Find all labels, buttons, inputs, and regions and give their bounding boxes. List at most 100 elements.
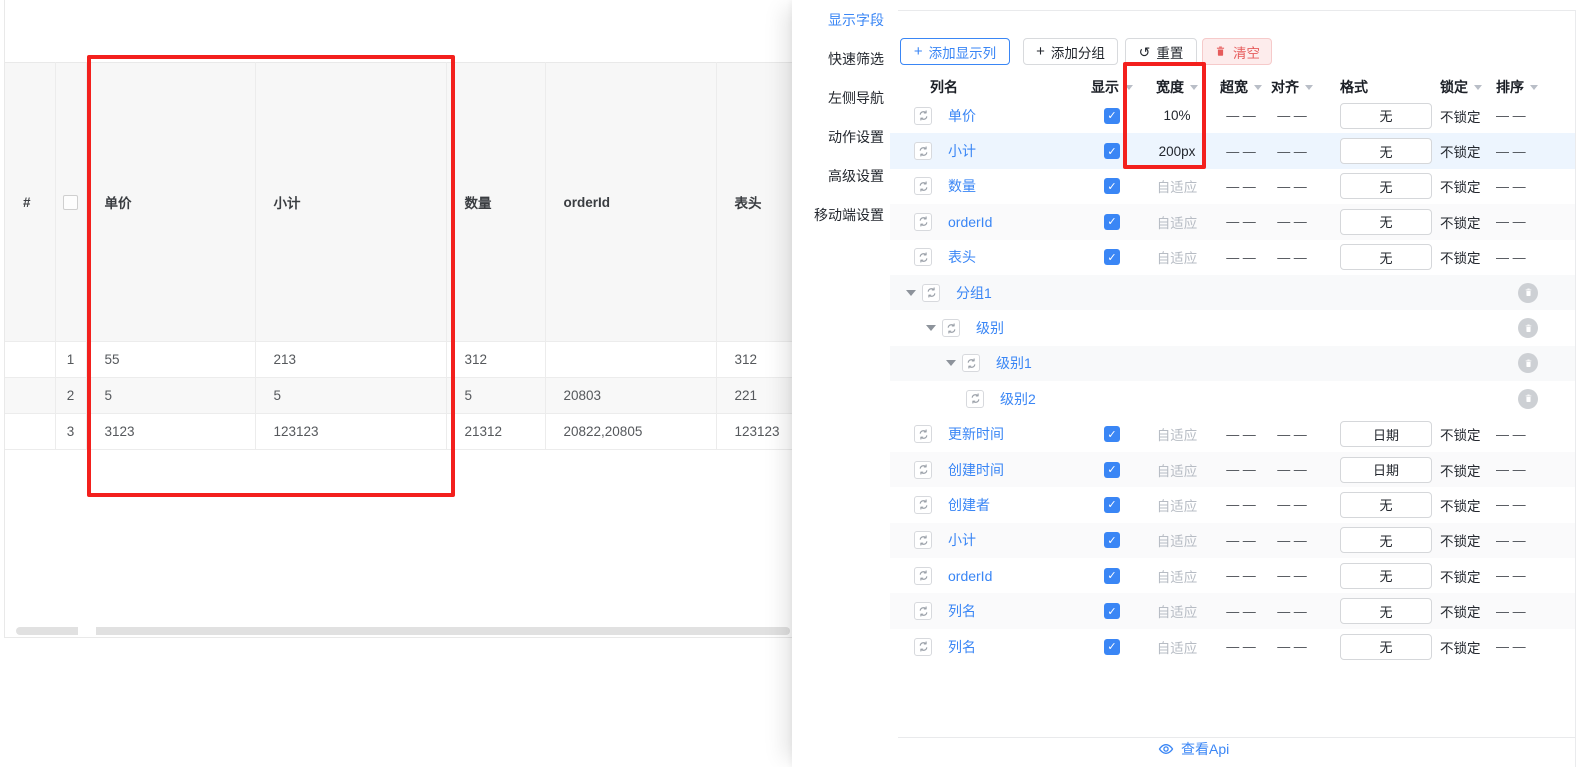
tree-collapse-caret-icon[interactable]: [906, 290, 916, 296]
align-value[interactable]: — —: [1277, 144, 1307, 159]
config-header-8[interactable]: 排序: [1494, 77, 1538, 97]
delete-group-button[interactable]: [1518, 389, 1538, 409]
show-checkbox[interactable]: ✓: [1104, 462, 1120, 478]
format-button[interactable]: 无: [1340, 563, 1432, 589]
overwide-value[interactable]: — —: [1226, 108, 1256, 123]
drag-swap-icon[interactable]: [942, 319, 960, 337]
nav-item-1[interactable]: 显示字段: [792, 0, 890, 39]
format-button[interactable]: 无: [1340, 173, 1432, 199]
chevron-down-icon[interactable]: [1254, 85, 1262, 90]
column-label[interactable]: 列名: [948, 601, 976, 621]
overwide-value[interactable]: — —: [1226, 497, 1256, 512]
drag-swap-icon[interactable]: [914, 461, 932, 479]
drag-swap-icon[interactable]: [914, 602, 932, 620]
align-value[interactable]: — —: [1277, 108, 1307, 123]
column-label[interactable]: 级别: [976, 318, 1004, 338]
show-checkbox[interactable]: ✓: [1104, 497, 1120, 513]
drag-swap-icon[interactable]: [914, 531, 932, 549]
config-header-4[interactable]: 超宽: [1220, 77, 1262, 97]
chevron-down-icon[interactable]: [1530, 85, 1538, 90]
column-label[interactable]: 单价: [948, 106, 976, 126]
width-value[interactable]: 自适应: [1157, 460, 1198, 480]
overwide-value[interactable]: — —: [1226, 427, 1256, 442]
column-label[interactable]: 小计: [948, 530, 976, 550]
align-value[interactable]: — —: [1277, 427, 1307, 442]
select-all-checkbox[interactable]: [63, 195, 78, 210]
format-button[interactable]: 日期: [1340, 457, 1432, 483]
drag-swap-icon[interactable]: [914, 142, 932, 160]
column-label[interactable]: 表头: [948, 247, 976, 267]
width-value[interactable]: 自适应: [1157, 247, 1198, 267]
add-display-column-button[interactable]: + 添加显示列: [900, 38, 1010, 65]
drag-swap-icon[interactable]: [914, 177, 932, 195]
format-button[interactable]: 无: [1340, 244, 1432, 270]
tree-collapse-caret-icon[interactable]: [926, 325, 936, 331]
column-label[interactable]: 创建者: [948, 495, 990, 515]
overwide-value[interactable]: — —: [1226, 568, 1256, 583]
overwide-value[interactable]: — —: [1226, 462, 1256, 477]
config-header-5[interactable]: 对齐: [1262, 77, 1322, 97]
width-value[interactable]: 自适应: [1157, 637, 1198, 657]
align-value[interactable]: — —: [1277, 604, 1307, 619]
chevron-down-icon[interactable]: [1190, 85, 1198, 90]
show-checkbox[interactable]: ✓: [1104, 568, 1120, 584]
align-value[interactable]: — —: [1277, 533, 1307, 548]
show-checkbox[interactable]: ✓: [1104, 214, 1120, 230]
horizontal-scrollbar[interactable]: [16, 627, 790, 635]
nav-item-6[interactable]: 移动端设置: [792, 195, 890, 234]
nav-item-3[interactable]: 左侧导航: [792, 78, 890, 117]
overwide-value[interactable]: — —: [1226, 639, 1256, 654]
add-group-button[interactable]: + 添加分组: [1023, 38, 1118, 65]
overwide-value[interactable]: — —: [1226, 214, 1256, 229]
column-label[interactable]: orderId: [948, 214, 992, 230]
nav-item-4[interactable]: 动作设置: [792, 117, 890, 156]
format-button[interactable]: 无: [1340, 138, 1432, 164]
column-label[interactable]: 级别1: [996, 353, 1032, 373]
clear-button[interactable]: 清空: [1202, 38, 1272, 65]
format-button[interactable]: 无: [1340, 634, 1432, 660]
width-value[interactable]: 自适应: [1157, 212, 1198, 232]
align-value[interactable]: — —: [1277, 250, 1307, 265]
drag-swap-icon[interactable]: [914, 213, 932, 231]
overwide-value[interactable]: — —: [1226, 179, 1256, 194]
drag-swap-icon[interactable]: [914, 638, 932, 656]
show-checkbox[interactable]: ✓: [1104, 603, 1120, 619]
format-button[interactable]: 日期: [1340, 421, 1432, 447]
delete-group-button[interactable]: [1518, 353, 1538, 373]
overwide-value[interactable]: — —: [1226, 250, 1256, 265]
show-checkbox[interactable]: ✓: [1104, 639, 1120, 655]
drag-swap-icon[interactable]: [914, 496, 932, 514]
chevron-down-icon[interactable]: [1474, 85, 1482, 90]
width-value[interactable]: 10%: [1163, 108, 1190, 123]
format-button[interactable]: 无: [1340, 103, 1432, 129]
align-value[interactable]: — —: [1277, 497, 1307, 512]
width-value[interactable]: 自适应: [1157, 176, 1198, 196]
nav-item-5[interactable]: 高级设置: [792, 156, 890, 195]
align-value[interactable]: — —: [1277, 462, 1307, 477]
nav-item-2[interactable]: 快速筛选: [792, 39, 890, 78]
config-header-7[interactable]: 锁定: [1438, 77, 1494, 97]
delete-group-button[interactable]: [1518, 318, 1538, 338]
width-value[interactable]: 自适应: [1157, 424, 1198, 444]
column-label[interactable]: 数量: [948, 176, 976, 196]
show-checkbox[interactable]: ✓: [1104, 178, 1120, 194]
drag-swap-icon[interactable]: [914, 107, 932, 125]
delete-group-button[interactable]: [1518, 283, 1538, 303]
chevron-down-icon[interactable]: [1305, 85, 1313, 90]
overwide-value[interactable]: — —: [1226, 144, 1256, 159]
format-button[interactable]: 无: [1340, 527, 1432, 553]
scrollbar-gutter[interactable]: [1575, 10, 1576, 767]
show-checkbox[interactable]: ✓: [1104, 143, 1120, 159]
format-button[interactable]: 无: [1340, 209, 1432, 235]
drag-swap-icon[interactable]: [962, 354, 980, 372]
overwide-value[interactable]: — —: [1226, 604, 1256, 619]
column-label[interactable]: 分组1: [956, 283, 992, 303]
column-label[interactable]: orderId: [948, 568, 992, 584]
column-label[interactable]: 小计: [948, 141, 976, 161]
width-value[interactable]: 自适应: [1157, 566, 1198, 586]
drag-swap-icon[interactable]: [914, 248, 932, 266]
width-value[interactable]: 自适应: [1157, 495, 1198, 515]
format-button[interactable]: 无: [1340, 598, 1432, 624]
column-label[interactable]: 更新时间: [948, 424, 1004, 444]
reset-button[interactable]: ↺ 重置: [1125, 38, 1197, 65]
